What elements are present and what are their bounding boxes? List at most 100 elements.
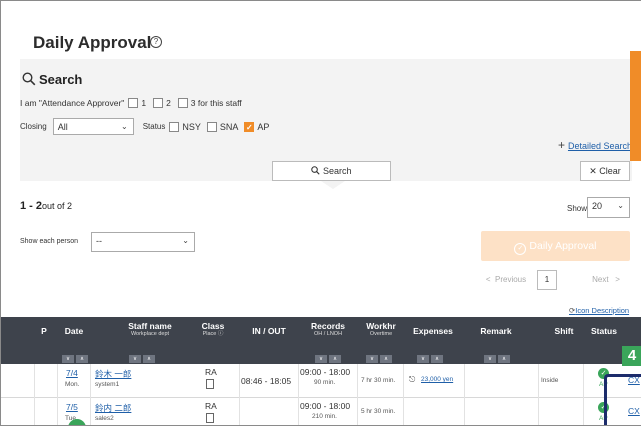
column-divider bbox=[90, 364, 91, 425]
row-records-sub: 90 min. bbox=[314, 379, 336, 386]
search-button-label: Search bbox=[322, 166, 352, 176]
building-icon bbox=[206, 413, 214, 423]
search-panel-notch bbox=[321, 181, 345, 189]
person-select-value: -- bbox=[96, 236, 102, 246]
person-select[interactable]: -- ⌄ bbox=[91, 232, 195, 252]
clear-button[interactable]: ✕ Clear bbox=[580, 161, 630, 181]
page-size-value: 20 bbox=[592, 201, 603, 211]
icon-description-link[interactable]: ⟳Icon Description bbox=[569, 306, 629, 315]
daily-approval-button[interactable]: ✓ Daily Approval bbox=[481, 231, 630, 261]
icon-description-label: Icon Description bbox=[575, 306, 630, 315]
col-inout: IN / OUT bbox=[252, 326, 286, 336]
page-number-1[interactable]: 1 bbox=[537, 270, 557, 290]
receipt-icon: ⎋ bbox=[409, 375, 416, 384]
close-icon: ✕ bbox=[589, 166, 597, 176]
row-dept: sales2 bbox=[95, 415, 114, 422]
column-divider bbox=[464, 364, 465, 425]
col-staff-sub: Workplace dept bbox=[130, 331, 170, 337]
sort-asc-button[interactable]: ∧ bbox=[143, 355, 155, 363]
sort-asc-button[interactable]: ∧ bbox=[380, 355, 392, 363]
search-icon bbox=[311, 166, 321, 175]
status-sna-checkbox[interactable] bbox=[206, 121, 217, 132]
column-divider bbox=[538, 364, 539, 425]
row-records: 09:00 - 18:00 bbox=[300, 401, 351, 411]
approver-level-2-label: 2 bbox=[166, 98, 171, 108]
row-expense-link[interactable]: 23,000 yen bbox=[421, 376, 453, 383]
column-divider bbox=[57, 364, 58, 425]
sort-desc-button[interactable]: ∨ bbox=[62, 355, 74, 363]
sort-asc-button[interactable]: ∧ bbox=[431, 355, 443, 363]
status-nsy-checkbox[interactable] bbox=[169, 121, 180, 132]
closing-select[interactable]: All ⌄ bbox=[52, 118, 134, 135]
next-label: Next bbox=[592, 275, 609, 284]
side-feedback-tab[interactable] bbox=[630, 51, 641, 161]
row-day: Mon. bbox=[65, 381, 80, 388]
search-icon bbox=[22, 72, 36, 86]
status-nsy-label: NSY bbox=[182, 121, 201, 132]
result-total: out of 2 bbox=[42, 201, 73, 211]
sort-desc-button[interactable]: ∨ bbox=[366, 355, 378, 363]
column-divider bbox=[239, 364, 240, 425]
approver-level-1-checkbox[interactable] bbox=[128, 98, 139, 108]
row-class: RA bbox=[205, 367, 217, 377]
chevron-left-icon: < bbox=[485, 275, 491, 284]
approver-label: I am "Attendance Approver" bbox=[20, 98, 125, 108]
check-circle-icon: ✓ bbox=[514, 243, 527, 255]
next-page-button[interactable]: Next > bbox=[581, 270, 631, 290]
col-workhr-sub: Overtime bbox=[369, 331, 393, 337]
row-staff-link[interactable]: 鈴木 一郎 bbox=[95, 368, 131, 380]
row-staff-link[interactable]: 鈴内 二郎 bbox=[95, 402, 131, 414]
result-count: 1 - 2out of 2 bbox=[20, 200, 72, 212]
approver-level-3-checkbox[interactable] bbox=[177, 98, 188, 108]
approver-level-3-label: 3 for this staff bbox=[190, 98, 242, 108]
col-records: Records OH / LNOH bbox=[298, 322, 358, 338]
column-divider bbox=[34, 364, 35, 425]
status-label: Status bbox=[142, 122, 166, 131]
sort-asc-button[interactable]: ∧ bbox=[498, 355, 510, 363]
daily-approval-panel: Daily Approval ? Search I am "Attendance… bbox=[0, 0, 641, 426]
show-label: Show bbox=[567, 204, 588, 213]
sort-asc-button[interactable]: ∧ bbox=[329, 355, 341, 363]
row-records-sub: 210 min. bbox=[312, 413, 337, 420]
help-icon[interactable]: ? bbox=[150, 36, 162, 48]
closing-status-row: Closing All ⌄ Status NSY SNA ✓ AP bbox=[20, 118, 269, 135]
col-staff-label: Staff name bbox=[128, 321, 172, 331]
status-ap-checkbox[interactable]: ✓ bbox=[244, 121, 255, 132]
status-ap-label: AP bbox=[257, 121, 270, 132]
step-marker: 4 bbox=[622, 346, 641, 366]
approver-filter-row: I am "Attendance Approver" 1 2 3 for thi… bbox=[20, 98, 242, 108]
chevron-down-icon: ⌄ bbox=[182, 236, 189, 245]
search-button[interactable]: Search bbox=[272, 161, 391, 181]
closing-select-value: All bbox=[57, 122, 68, 132]
col-workhr-label: Workhr bbox=[366, 321, 396, 331]
col-status: Status bbox=[591, 326, 617, 336]
col-staff: Staff name Workplace dept bbox=[109, 322, 191, 338]
detailed-search-label: Detailed Search bbox=[567, 141, 632, 151]
building-icon bbox=[206, 379, 214, 389]
status-sna-label: SNA bbox=[219, 121, 239, 132]
page-title: Daily Approval bbox=[33, 33, 152, 52]
row-workhr: 5 hr 30 min. bbox=[361, 408, 396, 415]
search-heading-label: Search bbox=[39, 72, 83, 87]
col-shift: Shift bbox=[554, 326, 574, 336]
row-date-link[interactable]: 7/5 bbox=[66, 402, 78, 412]
sort-desc-button[interactable]: ∨ bbox=[484, 355, 496, 363]
row-date-link[interactable]: 7/4 bbox=[66, 368, 78, 378]
sort-asc-button[interactable]: ∧ bbox=[76, 355, 88, 363]
approver-level-2-checkbox[interactable] bbox=[153, 98, 164, 108]
chevron-down-icon: ⌄ bbox=[120, 122, 128, 131]
col-p: P bbox=[41, 326, 47, 336]
sort-desc-button[interactable]: ∨ bbox=[129, 355, 141, 363]
column-divider bbox=[357, 364, 358, 425]
sort-desc-button[interactable]: ∨ bbox=[315, 355, 327, 363]
page-size-select[interactable]: 20 ⌄ bbox=[587, 197, 630, 218]
column-divider bbox=[583, 364, 584, 425]
row-records: 09:00 - 18:00 bbox=[300, 367, 351, 377]
row-workhr: 7 hr 30 min. bbox=[361, 377, 396, 384]
sort-desc-button[interactable]: ∨ bbox=[417, 355, 429, 363]
col-class-sub: Place ⓘ bbox=[202, 331, 224, 337]
col-class: Class Place ⓘ bbox=[196, 322, 230, 338]
previous-page-button[interactable]: < Previous bbox=[479, 270, 533, 290]
plus-icon: + bbox=[557, 138, 565, 152]
detailed-search-link[interactable]: + Detailed Search bbox=[558, 138, 632, 152]
